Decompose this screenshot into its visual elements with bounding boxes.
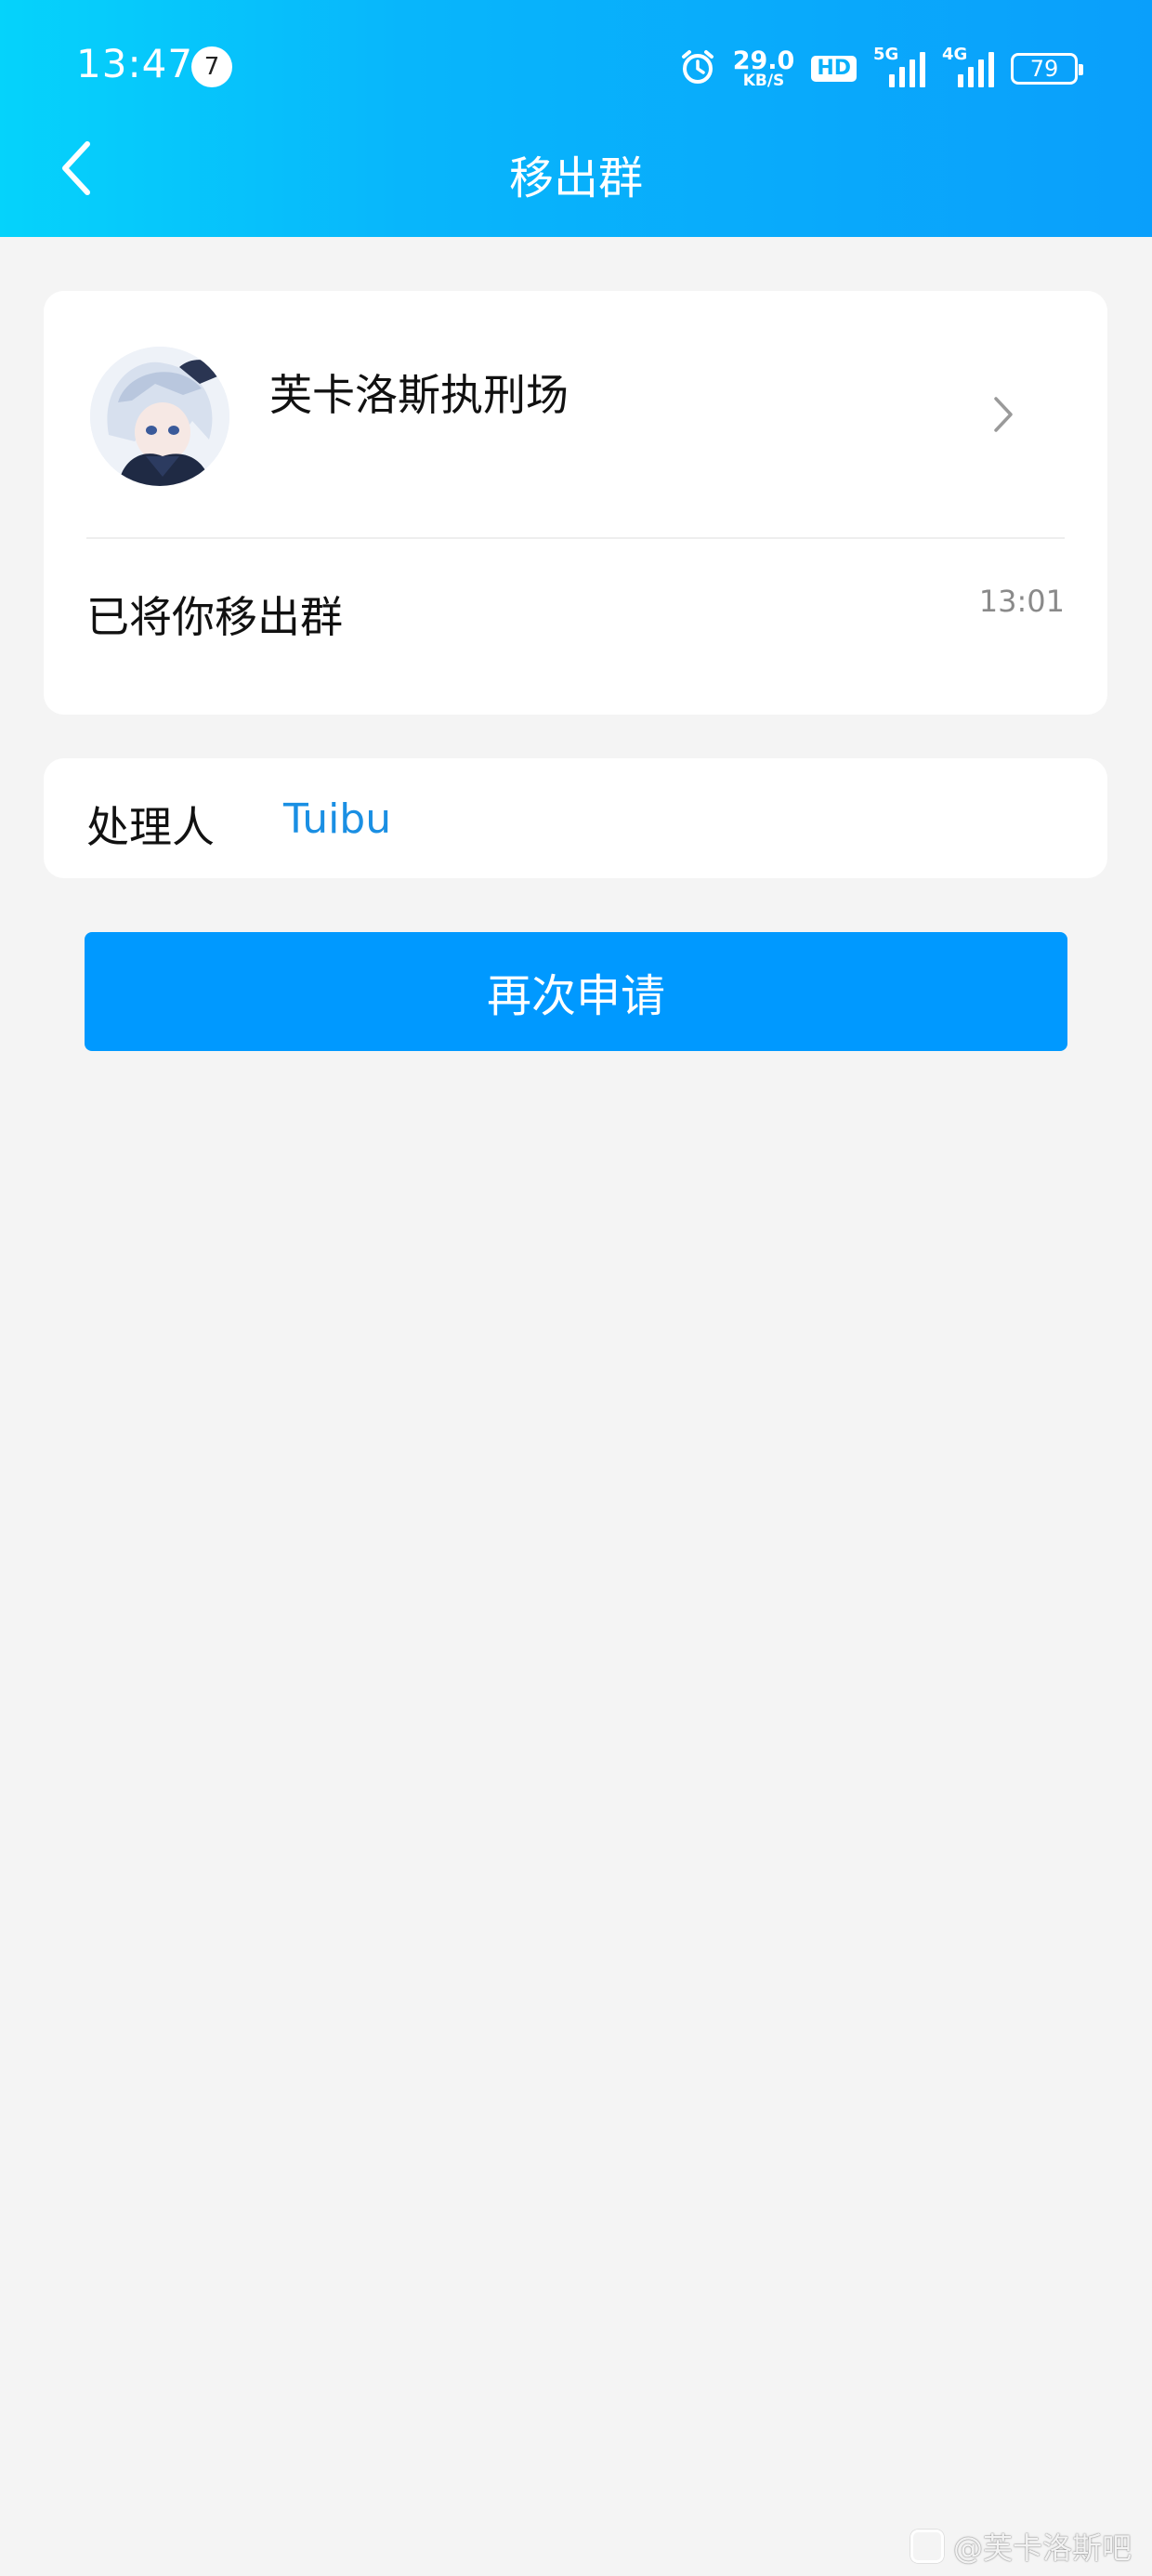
handler-card: 处理人 Tuibu — [44, 758, 1107, 878]
battery-level: 79 — [1029, 56, 1059, 82]
chevron-right-icon — [994, 397, 1013, 432]
watermark-text: @芙卡洛斯吧 — [952, 2530, 1132, 2566]
speed-value: 29.0 — [732, 46, 795, 75]
network-speed: 29.0 KB/S — [733, 48, 795, 89]
signal-5g-icon: 5G — [873, 46, 925, 91]
status-icons: 29.0 KB/S HD 5G 4G 79 — [679, 45, 1083, 93]
speed-unit: KB/S — [742, 72, 785, 90]
alarm-icon — [679, 48, 716, 89]
group-name: 芙卡洛斯执刑场 — [269, 370, 569, 420]
divider — [86, 537, 1065, 539]
handler-label: 处理人 — [86, 802, 215, 852]
reapply-button[interactable]: 再次申请 — [85, 932, 1067, 1051]
weibo-logo-icon — [910, 2530, 944, 2563]
group-info-row[interactable]: 芙卡洛斯执刑场 — [44, 291, 1107, 537]
handler-name-link[interactable]: Tuibu — [283, 795, 391, 843]
hd-voice-icon: HD — [811, 56, 857, 82]
battery-icon: 79 — [1011, 53, 1083, 85]
status-time: 13:47 — [76, 41, 194, 86]
notification-badge: 7 — [191, 46, 232, 87]
removal-notice: 已将你移出群 — [86, 592, 343, 642]
watermark: @芙卡洛斯吧 — [910, 2525, 1132, 2568]
group-avatar[interactable] — [90, 347, 229, 486]
group-card: 芙卡洛斯执刑场 已将你移出群 13:01 — [44, 291, 1107, 715]
notice-timestamp: 13:01 — [978, 584, 1065, 619]
app-header: 13:47 7 29.0 KB/S HD 5G 4G 79 移出群 — [0, 0, 1152, 237]
page-title: 移出群 — [508, 152, 643, 204]
signal-4g-icon: 4G — [942, 46, 994, 91]
